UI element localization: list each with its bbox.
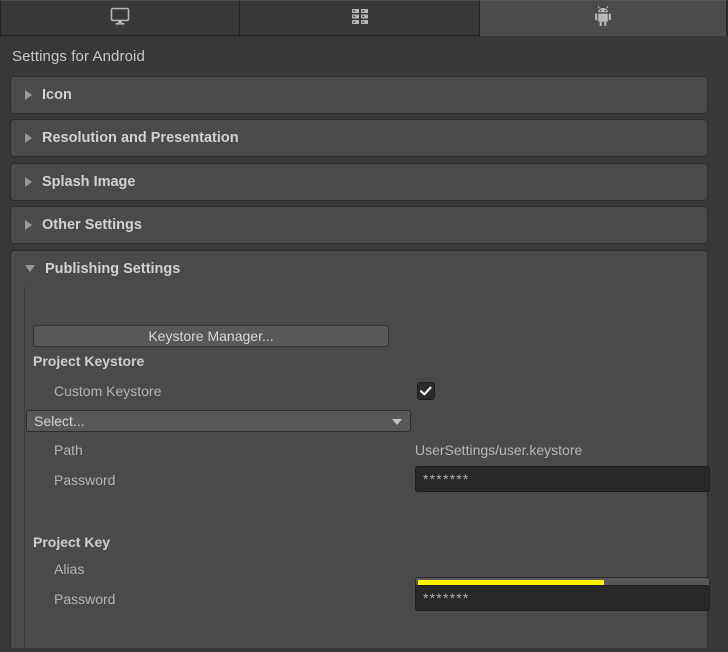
server-platform-tab[interactable] [240,0,480,36]
section-label: Icon [42,87,72,103]
custom-keystore-label: Custom Keystore [54,383,162,399]
keystore-path-value: UserSettings/user.keystore [415,442,583,458]
section-header-publishing-settings[interactable]: Publishing Settings [11,251,707,287]
key-alias-label: Alias [54,561,85,577]
project-keystore-group-label: Project Keystore [33,353,145,369]
chevron-right-icon [25,177,32,187]
section-publishing-settings: Publishing Settings Keystore Manager... … [10,250,710,648]
checkmark-icon [419,386,432,396]
keystore-path-label: Path [54,442,83,458]
section-splash-image[interactable]: Splash Image [10,163,708,201]
section-label: Splash Image [42,174,136,190]
chevron-right-icon [25,90,32,100]
section-label: Other Settings [42,217,142,233]
android-platform-tab[interactable] [480,0,727,36]
section-header-splash-image[interactable]: Splash Image [11,164,707,200]
keystore-select-dropdown[interactable]: Select... [26,410,411,432]
custom-keystore-checkbox[interactable] [417,382,435,400]
keystore-select-value: Select... [34,413,85,429]
section-header-other-settings[interactable]: Other Settings [11,207,707,243]
key-password-label: Password [54,591,116,607]
key-password-input[interactable]: ******* [415,585,710,611]
chevron-right-icon [25,133,32,143]
server-grid-icon [349,6,371,31]
section-resolution-and-presentation[interactable]: Resolution and Presentation [10,119,708,157]
chevron-right-icon [25,220,32,230]
section-icon[interactable]: Icon [10,76,708,114]
android-robot-icon [593,5,613,32]
player-settings-window: Settings for Android Icon Resolution and… [0,0,728,652]
chevron-down-icon [392,419,402,425]
monitor-icon [109,6,131,31]
section-other-settings[interactable]: Other Settings [10,206,708,244]
publishing-settings-body: Keystore Manager... Project Keystore Cus… [24,287,710,647]
page-title: Settings for Android [12,48,145,65]
section-label: Publishing Settings [45,261,181,277]
section-header-resolution-and-presentation[interactable]: Resolution and Presentation [11,120,707,156]
section-header-icon[interactable]: Icon [11,77,707,113]
keystore-manager-button[interactable]: Keystore Manager... [33,325,389,347]
keystore-password-input[interactable]: ******* [415,466,710,492]
section-label: Resolution and Presentation [42,130,239,146]
keystore-password-label: Password [54,472,116,488]
chevron-down-icon [25,265,35,272]
platform-tab-bar [0,0,728,36]
project-key-group-label: Project Key [33,534,111,550]
desktop-platform-tab[interactable] [0,0,240,36]
